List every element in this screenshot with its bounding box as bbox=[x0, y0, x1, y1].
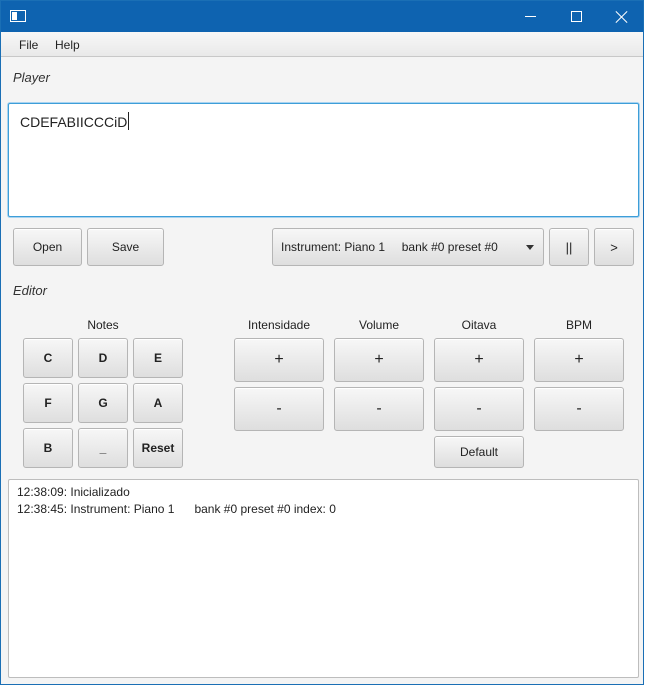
editor-section-label: Editor bbox=[13, 283, 47, 298]
maximize-button[interactable] bbox=[553, 1, 599, 32]
close-icon bbox=[616, 11, 628, 23]
note-e-button[interactable]: E bbox=[133, 338, 183, 378]
rest-button[interactable]: _ bbox=[78, 428, 128, 468]
log-text-area[interactable]: 12:38:09: Inicializado 12:38:45: Instrum… bbox=[8, 479, 639, 678]
note-c-button[interactable]: C bbox=[23, 338, 73, 378]
bpm-plus-button[interactable]: + bbox=[534, 338, 624, 382]
volume-label: Volume bbox=[358, 318, 400, 332]
play-button[interactable]: > bbox=[594, 228, 634, 266]
app-window: File Help Player CDEFABIICCCiD Open Save… bbox=[0, 0, 644, 685]
player-text-area[interactable]: CDEFABIICCCiD bbox=[8, 103, 639, 217]
save-button[interactable]: Save bbox=[87, 228, 164, 266]
menu-file[interactable]: File bbox=[19, 38, 38, 52]
oitava-plus-button[interactable]: + bbox=[434, 338, 524, 382]
oitava-minus-button[interactable]: - bbox=[434, 387, 524, 431]
minimize-icon bbox=[524, 16, 536, 17]
title-bar[interactable] bbox=[1, 1, 643, 32]
intensidade-minus-button[interactable]: - bbox=[234, 387, 324, 431]
note-b-button[interactable]: B bbox=[23, 428, 73, 468]
volume-plus-button[interactable]: + bbox=[334, 338, 424, 382]
notes-label: Notes bbox=[87, 318, 119, 332]
log-line: 12:38:45: Instrument: Piano 1 bank #0 pr… bbox=[17, 502, 336, 516]
intensidade-label: Intensidade bbox=[247, 318, 311, 332]
reset-button[interactable]: Reset bbox=[133, 428, 183, 468]
note-g-button[interactable]: G bbox=[78, 383, 128, 423]
text-caret bbox=[128, 112, 130, 130]
volume-minus-button[interactable]: - bbox=[334, 387, 424, 431]
menu-bar: File Help bbox=[1, 32, 643, 57]
app-icon bbox=[10, 10, 26, 22]
maximize-icon bbox=[570, 11, 582, 22]
pause-button[interactable]: || bbox=[549, 228, 589, 266]
intensidade-plus-button[interactable]: + bbox=[234, 338, 324, 382]
minimize-button[interactable] bbox=[507, 1, 553, 32]
default-button[interactable]: Default bbox=[434, 436, 524, 468]
log-line: 12:38:09: Inicializado bbox=[17, 485, 130, 499]
note-a-button[interactable]: A bbox=[133, 383, 183, 423]
instrument-select[interactable]: Instrument: Piano 1 bank #0 preset #0 bbox=[272, 228, 544, 266]
player-section-label: Player bbox=[13, 70, 50, 85]
open-button[interactable]: Open bbox=[13, 228, 82, 266]
player-text: CDEFABIICCCiD bbox=[20, 114, 128, 130]
bpm-label: BPM bbox=[565, 318, 592, 332]
close-button[interactable] bbox=[599, 1, 643, 32]
note-d-button[interactable]: D bbox=[78, 338, 128, 378]
instrument-select-value: Instrument: Piano 1 bank #0 preset #0 bbox=[281, 240, 498, 254]
note-f-button[interactable]: F bbox=[23, 383, 73, 423]
bpm-minus-button[interactable]: - bbox=[534, 387, 624, 431]
menu-help[interactable]: Help bbox=[55, 38, 80, 52]
oitava-label: Oitava bbox=[461, 318, 497, 332]
chevron-down-icon bbox=[526, 245, 534, 250]
